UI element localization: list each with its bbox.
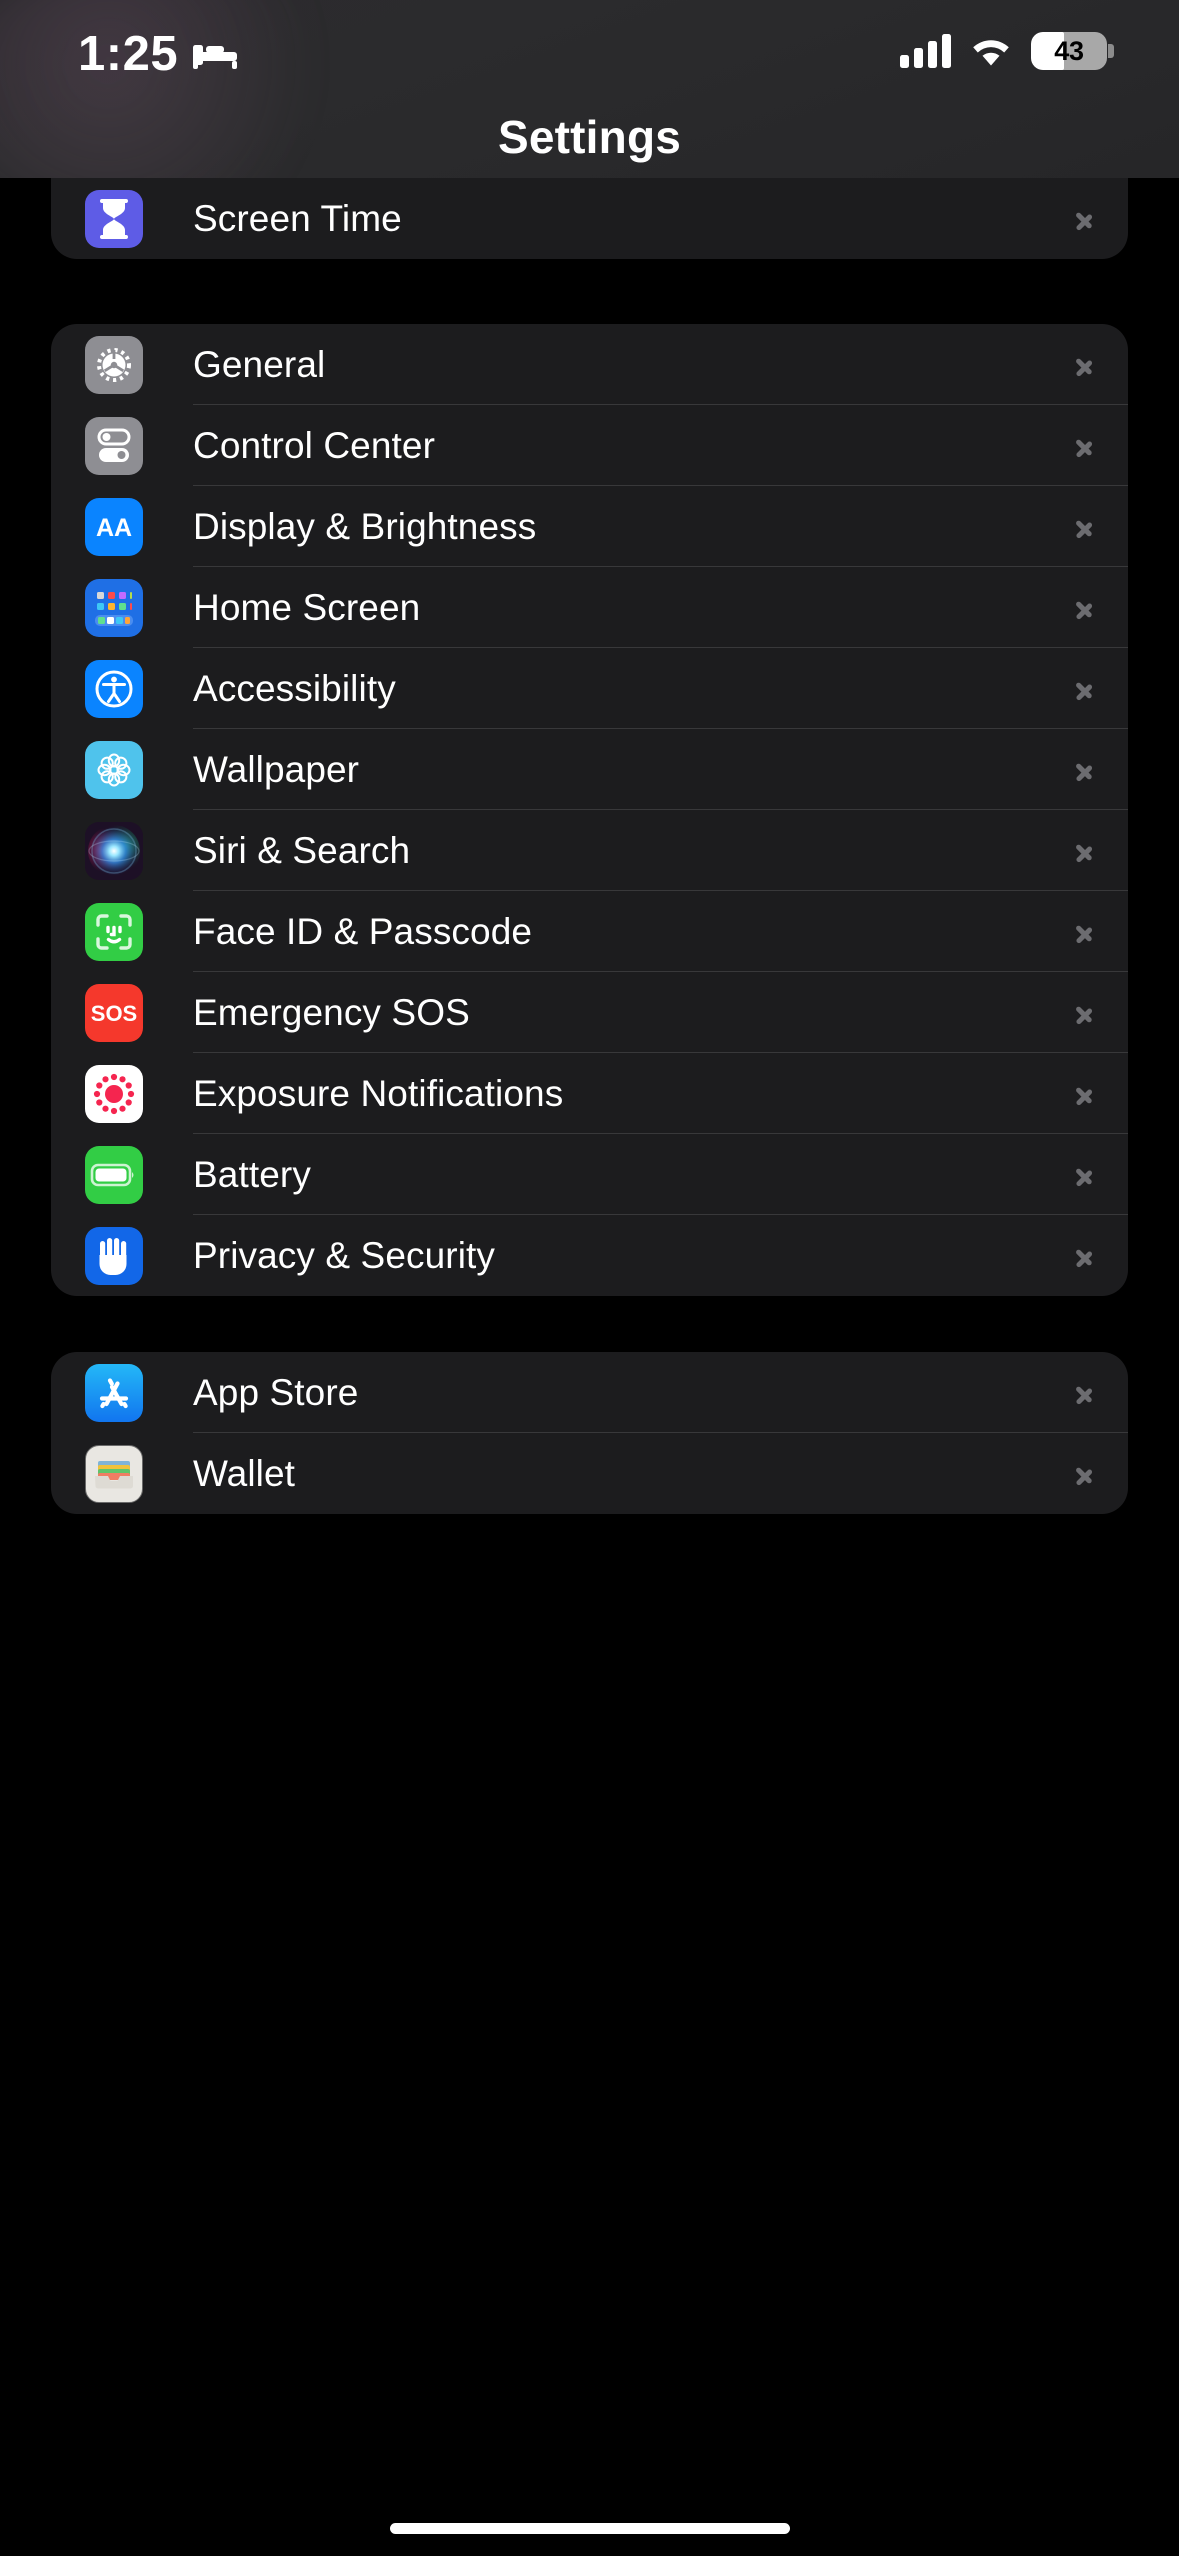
- wallet-icon: [85, 1444, 143, 1503]
- settings-row-general[interactable]: General: [51, 324, 1128, 405]
- settings-row-control-center[interactable]: Control Center: [51, 405, 1128, 486]
- face-id-icon: [85, 902, 143, 961]
- settings-row-label: App Store: [193, 1371, 359, 1413]
- settings-row-screen-time[interactable]: Screen Time: [51, 178, 1128, 259]
- apps-group: App Store Wallet: [51, 1352, 1128, 1514]
- sos-icon: SOS: [85, 983, 143, 1042]
- app-grid-icon: [85, 578, 143, 637]
- signal-bars-icon: [900, 34, 951, 68]
- gear-icon: [85, 335, 143, 394]
- settings-screen: 1:25 43 Settings Screen Time General Con…: [0, 0, 1179, 2556]
- settings-row-label: Privacy & Security: [193, 1234, 495, 1276]
- settings-row-privacy-security[interactable]: Privacy & Security: [51, 1215, 1128, 1296]
- chevron-right-icon: [1074, 915, 1094, 949]
- battery-cap: [1108, 44, 1114, 58]
- settings-row-label: Accessibility: [193, 667, 396, 709]
- aa-text-icon: AA: [85, 497, 143, 556]
- chevron-right-icon: [1074, 834, 1094, 868]
- chevron-right-icon: [1074, 1158, 1094, 1192]
- settings-row-label: Emergency SOS: [193, 991, 470, 1033]
- svg-text:SOS: SOS: [91, 1001, 137, 1026]
- settings-row-wallpaper[interactable]: Wallpaper: [51, 729, 1128, 810]
- navigation-bar: 1:25 43 Settings: [0, 0, 1179, 178]
- settings-row-label: Display & Brightness: [193, 505, 537, 547]
- settings-row-emergency-sos[interactable]: SOS Emergency SOS: [51, 972, 1128, 1053]
- chevron-right-icon: [1074, 1457, 1094, 1491]
- settings-row-label: Battery: [193, 1153, 311, 1195]
- chevron-right-icon: [1074, 1239, 1094, 1273]
- flower-icon: [85, 740, 143, 799]
- settings-list[interactable]: Screen Time General Control Center AA Di…: [0, 178, 1179, 2556]
- settings-row-battery[interactable]: Battery: [51, 1134, 1128, 1215]
- chevron-right-icon: [1074, 996, 1094, 1030]
- hand-icon: [85, 1226, 143, 1285]
- settings-row-label: Exposure Notifications: [193, 1072, 564, 1114]
- settings-row-label: Home Screen: [193, 586, 421, 628]
- settings-row-face-id-passcode[interactable]: Face ID & Passcode: [51, 891, 1128, 972]
- settings-row-label: Siri & Search: [193, 829, 411, 871]
- wifi-icon: [969, 35, 1013, 68]
- siri-orb-icon: [85, 821, 143, 880]
- battery-percent-label: 43: [1054, 35, 1084, 66]
- settings-row-app-store[interactable]: App Store: [51, 1352, 1128, 1433]
- settings-row-accessibility[interactable]: Accessibility: [51, 648, 1128, 729]
- chevron-right-icon: [1074, 1077, 1094, 1111]
- settings-row-display-brightness[interactable]: AA Display & Brightness: [51, 486, 1128, 567]
- chevron-right-icon: [1074, 672, 1094, 706]
- status-bar-left: 1:25: [78, 30, 238, 79]
- screen-time-group: Screen Time: [51, 178, 1128, 259]
- chevron-right-icon: [1074, 1376, 1094, 1410]
- battery-icon: [85, 1145, 143, 1204]
- accessibility-icon: [85, 659, 143, 718]
- settings-row-siri-search[interactable]: Siri & Search: [51, 810, 1128, 891]
- battery-indicator: 43: [1031, 32, 1114, 70]
- bed-icon: [192, 38, 238, 72]
- chevron-right-icon: [1074, 510, 1094, 544]
- hourglass-icon: [85, 189, 143, 248]
- app-store-icon: [85, 1363, 143, 1422]
- chevron-right-icon: [1074, 591, 1094, 625]
- status-bar-right: 43: [900, 32, 1114, 70]
- exposure-dots-icon: [85, 1064, 143, 1123]
- page-title: Settings: [497, 111, 682, 163]
- chevron-right-icon: [1074, 753, 1094, 787]
- status-bar: 1:25 43: [0, 0, 1179, 108]
- settings-row-home-screen[interactable]: Home Screen: [51, 567, 1128, 648]
- chevron-right-icon: [1074, 348, 1094, 382]
- settings-row-exposure-notifications[interactable]: Exposure Notifications: [51, 1053, 1128, 1134]
- settings-row-label: Wallet: [193, 1452, 296, 1494]
- toggles-icon: [85, 416, 143, 475]
- svg-text:AA: AA: [96, 514, 132, 542]
- system-group: General Control Center AA Display & Brig…: [51, 324, 1128, 1296]
- settings-row-wallet[interactable]: Wallet: [51, 1433, 1128, 1514]
- settings-row-label: Control Center: [193, 424, 436, 466]
- status-bar-clock: 1:25: [78, 27, 179, 81]
- chevron-right-icon: [1074, 429, 1094, 463]
- chevron-right-icon: [1074, 202, 1094, 236]
- settings-row-label: General: [193, 343, 326, 385]
- settings-row-label: Wallpaper: [193, 748, 360, 790]
- settings-row-label: Face ID & Passcode: [193, 910, 533, 952]
- settings-row-label: Screen Time: [193, 197, 402, 239]
- home-indicator[interactable]: [389, 2523, 790, 2534]
